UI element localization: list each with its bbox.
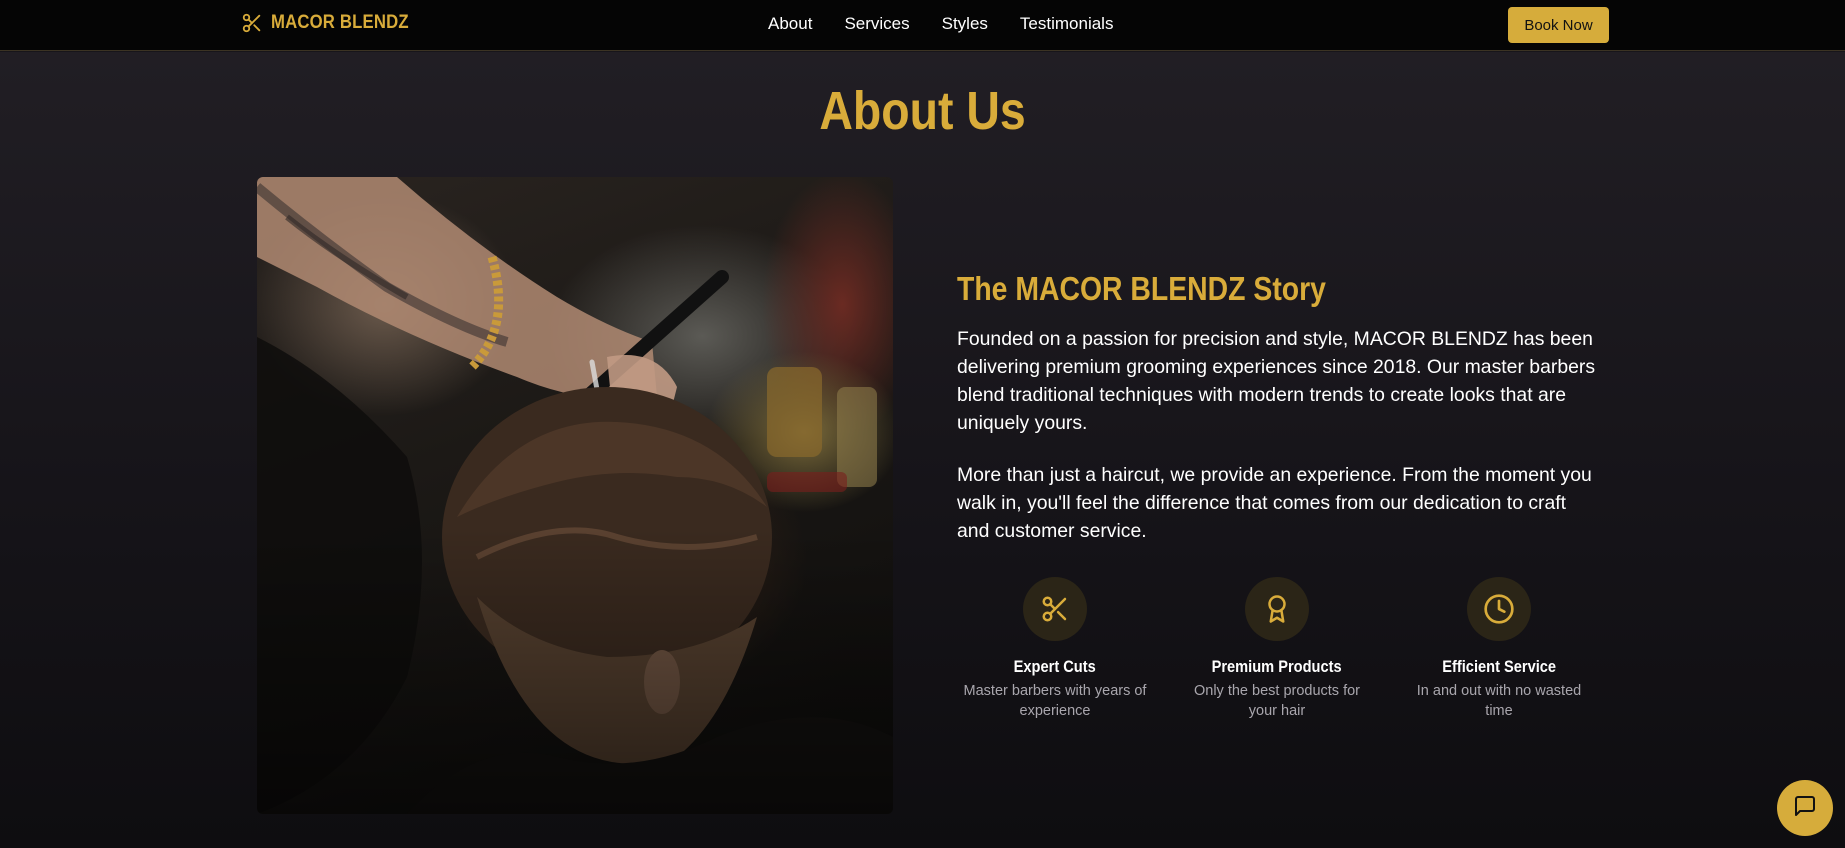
- book-now-button[interactable]: Book Now: [1508, 7, 1609, 43]
- scissors-icon: [1023, 577, 1087, 641]
- features-list: Expert Cuts Master barbers with years of…: [957, 577, 1597, 721]
- feature-description: In and out with no wasted time: [1416, 683, 1582, 719]
- story-paragraph-2: More than just a haircut, we provide an …: [957, 464, 1592, 542]
- nav-link-testimonials[interactable]: Testimonials: [1020, 14, 1114, 34]
- nav-links: About Services Styles Testimonials: [768, 14, 1113, 34]
- feature-title: Efficient Service: [1442, 657, 1556, 676]
- feature-description: Master barbers with years of experience: [963, 683, 1147, 719]
- scissors-icon: [241, 12, 263, 34]
- nav-link-about[interactable]: About: [768, 14, 812, 34]
- chat-bubble-icon: [1793, 794, 1817, 823]
- story-paragraph-1: Founded on a passion for precision and s…: [957, 328, 1596, 434]
- award-icon: [1245, 577, 1309, 641]
- feature-title: Premium Products: [1212, 657, 1342, 676]
- barber-photo: [257, 177, 893, 814]
- feature-description: Only the best products for your hair: [1193, 683, 1361, 719]
- section-title: About Us: [819, 81, 1026, 141]
- nav-link-services[interactable]: Services: [844, 14, 909, 34]
- feature-expert-cuts: Expert Cuts Master barbers with years of…: [957, 577, 1153, 721]
- top-navbar: MACOR BLENDZ About Services Styles Testi…: [0, 0, 1845, 51]
- brand-name: MACOR BLENDZ: [271, 12, 409, 33]
- story-title: The MACOR BLENDZ Story: [957, 270, 1326, 307]
- clock-icon: [1467, 577, 1531, 641]
- chat-button[interactable]: [1777, 780, 1833, 836]
- feature-efficient-service: Efficient Service In and out with no was…: [1401, 577, 1597, 721]
- brand-logo[interactable]: MACOR BLENDZ: [241, 12, 428, 34]
- feature-title: Expert Cuts: [1013, 657, 1097, 676]
- nav-link-styles[interactable]: Styles: [942, 14, 988, 34]
- feature-premium-products: Premium Products Only the best products …: [1179, 577, 1375, 721]
